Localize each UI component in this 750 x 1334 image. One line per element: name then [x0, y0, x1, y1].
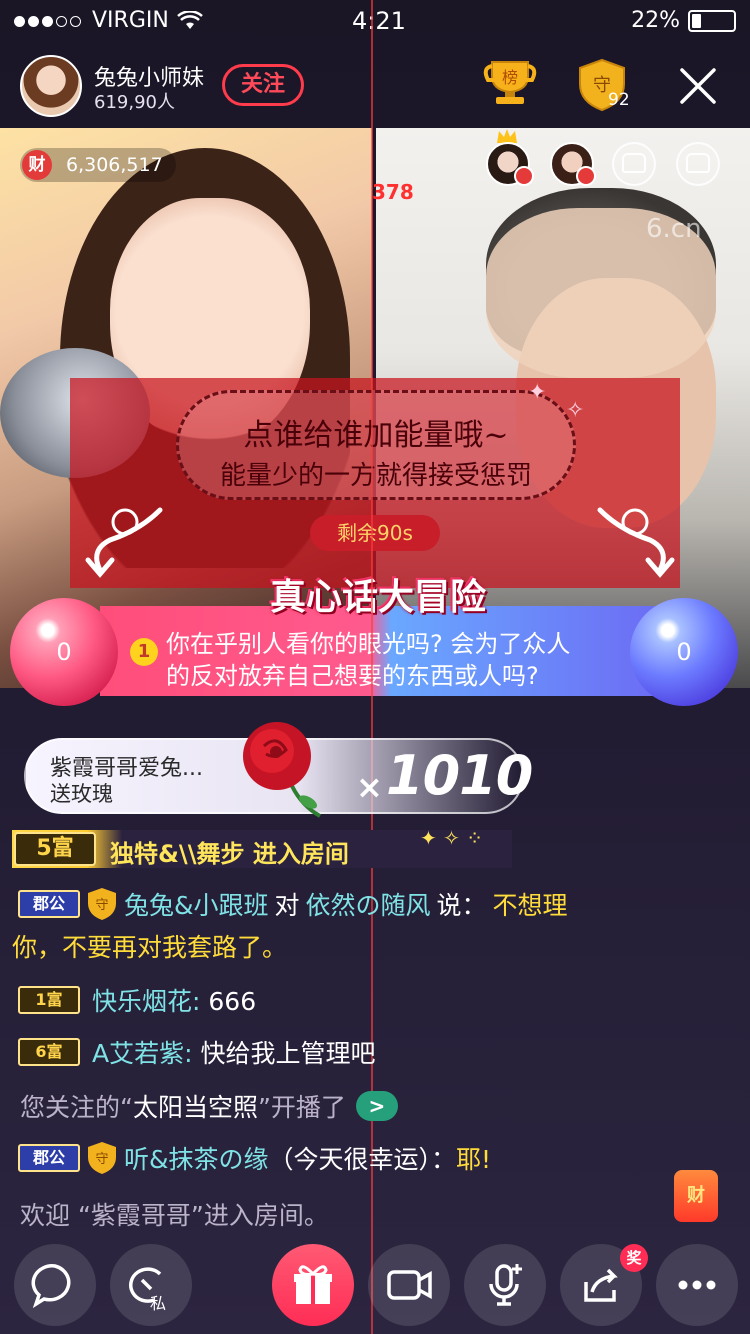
empty-seat-2[interactable]: [676, 142, 720, 186]
wealth-value: 6,306,517: [66, 154, 163, 176]
sofa-icon: [576, 166, 596, 186]
more-dots-icon: [678, 1280, 716, 1290]
chat-target[interactable]: 依然の随风: [306, 886, 431, 922]
status-bar: VIRGIN 4:21 22%: [0, 0, 750, 40]
guard-count: 92: [608, 90, 630, 110]
gift-count: 1010: [386, 744, 533, 807]
wealth-icon: 财: [22, 150, 52, 180]
chat-connector: 对: [274, 891, 300, 920]
private-label: 私: [150, 1294, 167, 1313]
chat-sender[interactable]: 兔兔&小跟班: [124, 886, 269, 922]
chat-bubble-icon: [31, 1264, 71, 1309]
sofa-seat-icon: [686, 153, 710, 173]
chat-button[interactable]: [14, 1244, 96, 1326]
task-penalty: 能量少的一方就得接受惩罚: [219, 461, 532, 491]
chat-sender[interactable]: A艾若紫: [92, 1039, 184, 1068]
system-text: 您关注的“: [20, 1093, 133, 1122]
sparkle-icon: ✦ ✧ ⁘: [420, 826, 483, 850]
truth-or-dare-title: 真心话大冒险: [269, 576, 486, 618]
question-text-line-2: 的反对放弃自己想要的东西或人吗?: [166, 662, 539, 690]
battery-icon: [688, 9, 736, 32]
battery-percent: 22%: [631, 8, 680, 33]
chat-text: 快给我上管理吧: [200, 1039, 376, 1068]
chat-colon: :: [184, 1039, 193, 1068]
signal-icon: [14, 8, 84, 33]
mic-link-button[interactable]: [464, 1244, 546, 1326]
clock: 4:21: [352, 7, 406, 35]
red-packet-button[interactable]: 财: [674, 1170, 718, 1222]
rank-label: 榜: [502, 68, 518, 87]
gift-multiply-sign: ×: [356, 768, 383, 806]
followed-host-name[interactable]: 太阳当空照: [133, 1093, 258, 1122]
entrance-message: 独特&\\舞步 进入房间: [110, 840, 349, 868]
chat-text-continued: 你，不要再对我套路了。: [12, 933, 288, 962]
platform-watermark: 6.cn: [646, 214, 702, 244]
trophy-icon[interactable]: 榜: [482, 58, 538, 106]
right-energy-orb[interactable]: 0: [630, 598, 738, 706]
question-text-line-1: 你在乎别人看你的眼光吗? 会为了众人: [166, 630, 571, 658]
carrier-info: VIRGIN: [14, 8, 203, 33]
chat-welcome: 欢迎 “紫霞哥哥”进入房间。: [20, 1201, 329, 1230]
camera-button[interactable]: [368, 1244, 450, 1326]
sofa-seat-icon: [622, 153, 646, 173]
chat-text: 666: [208, 987, 257, 1016]
svg-text:守: 守: [95, 1152, 108, 1167]
left-energy-orb[interactable]: 0: [10, 598, 118, 706]
guard-shield-icon: 守: [88, 888, 116, 920]
follow-button[interactable]: 关注: [222, 64, 304, 106]
chat-message-1[interactable]: 郡公 守 兔兔&小跟班对依然の随风 说： 不想理 你，不要再对我套路了。: [12, 886, 738, 964]
wealth-level-badge: 5富: [14, 832, 96, 866]
system-text: ”开播了: [257, 1093, 346, 1122]
svg-text:守: 守: [95, 898, 108, 913]
chat-sender[interactable]: 听&抹茶の缘: [124, 1145, 269, 1174]
sofa-icon: [514, 166, 534, 186]
chat-system-follow[interactable]: 您关注的“太阳当空照”开播了 >: [20, 1088, 398, 1124]
go-to-room-button[interactable]: >: [355, 1091, 398, 1121]
right-arrow-icon: [597, 507, 675, 578]
battery-info: 22%: [631, 8, 736, 33]
chat-message-2[interactable]: 1富 快乐烟花: 666: [18, 982, 256, 1018]
countdown-timer: 剩余90s: [310, 515, 440, 551]
gift-button[interactable]: [272, 1244, 354, 1326]
close-icon[interactable]: [672, 60, 724, 112]
chat-colon: :: [192, 987, 201, 1016]
coordinate-readout: 378: [372, 180, 414, 204]
gift-box-icon: [294, 1265, 332, 1304]
chat-say: 说：: [436, 891, 487, 920]
task-instruction: 点谁给谁加能量哦~: [243, 418, 509, 453]
question-number: 1: [130, 638, 158, 666]
sparkle-icon: ✦: [528, 380, 547, 405]
award-badge: 奖: [620, 1244, 648, 1272]
viewer-count: 619,90人: [94, 92, 175, 113]
chat-text: 不想理: [492, 891, 568, 920]
chat-text: 耶!: [456, 1145, 492, 1174]
empty-seat-1[interactable]: [612, 142, 656, 186]
wealth-level-badge: 6富: [18, 1038, 80, 1066]
carrier-name: VIRGIN: [92, 8, 169, 33]
host-avatar[interactable]: [20, 55, 82, 117]
noble-badge: 郡公: [18, 1144, 80, 1172]
wealth-level-badge: 1富: [18, 986, 80, 1014]
chat-note: （今天很幸运）：: [268, 1145, 457, 1174]
guard-shield-icon: 守: [88, 1142, 116, 1174]
sparkle-icon: ✧: [566, 398, 585, 423]
wifi-icon: [176, 10, 203, 29]
chat-message-5[interactable]: 郡公 守 听&抹茶の缘（今天很幸运）：耶!: [18, 1140, 491, 1176]
noble-badge: 郡公: [18, 890, 80, 918]
video-camera-icon: [387, 1270, 432, 1300]
gift-action: 送玫瑰: [50, 782, 113, 806]
chat-message-3[interactable]: 6富 A艾若紫: 快给我上管理吧: [18, 1034, 376, 1070]
rose-icon: [243, 722, 322, 818]
left-arrow-icon: [85, 507, 163, 578]
chat-sender[interactable]: 快乐烟花: [92, 987, 192, 1016]
microphone-add-icon: [489, 1264, 522, 1306]
more-button[interactable]: [656, 1244, 738, 1326]
